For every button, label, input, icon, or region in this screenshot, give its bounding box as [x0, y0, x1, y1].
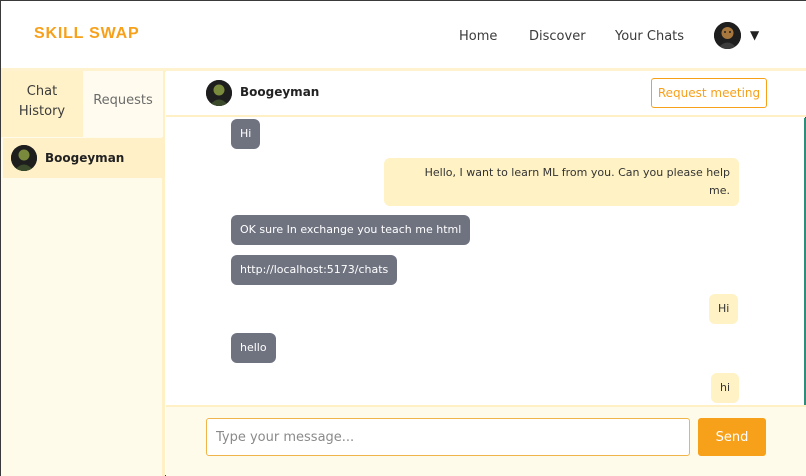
send-button[interactable]: Send: [698, 418, 766, 456]
message-text-line: Hello, I want to learn ML from you. Can …: [424, 166, 730, 179]
chevron-down-icon[interactable]: ▼: [750, 28, 759, 42]
tab-chat-history[interactable]: Chat History: [1, 71, 83, 137]
message-incoming: hello: [231, 333, 276, 363]
avatar-image-icon: [206, 80, 232, 106]
tab-chat-history-label-line1: Chat: [26, 84, 58, 99]
request-meeting-button[interactable]: Request meeting: [651, 78, 767, 108]
message-incoming: Hi: [231, 119, 261, 149]
sidebar-tabs: Chat History Requests: [1, 71, 163, 137]
chat-partner-avatar: [206, 80, 232, 106]
contact-name: Boogeyman: [45, 151, 125, 165]
message-list[interactable]: Hi Hello, I want to learn ML from you. C…: [166, 118, 804, 405]
message-outgoing: Hi: [709, 294, 739, 324]
tab-requests[interactable]: Requests: [83, 71, 163, 137]
contact-item[interactable]: Boogeyman: [3, 138, 163, 178]
message-outgoing: Hello, I want to learn ML from you. Can …: [384, 158, 739, 206]
message-composer: Send: [166, 405, 806, 476]
contact-avatar: [11, 145, 37, 171]
chat-header: Boogeyman Request meeting: [166, 71, 806, 117]
nav-link-your-chats[interactable]: Your Chats: [615, 29, 684, 44]
nav-link-discover[interactable]: Discover: [529, 29, 586, 44]
message-text-line: me.: [709, 184, 730, 197]
sidebar: Chat History Requests Boogeyman: [1, 71, 165, 476]
chat-partner-name: Boogeyman: [240, 85, 320, 99]
nav-link-home[interactable]: Home: [459, 29, 497, 44]
avatar-image-icon: [714, 22, 741, 49]
user-avatar[interactable]: [714, 22, 741, 49]
message-incoming: OK sure In exchange you teach me html: [231, 215, 471, 245]
message-input[interactable]: [206, 418, 690, 456]
navbar: SKILL SWAP Home Discover Your Chats ▼: [1, 1, 806, 69]
nav-links: Home Discover Your Chats: [1, 29, 806, 49]
avatar-image-icon: [11, 145, 37, 171]
message-incoming: http://localhost:5173/chats: [231, 255, 398, 285]
tab-chat-history-label-line2: History: [18, 104, 66, 119]
message-outgoing: hi: [711, 373, 740, 403]
